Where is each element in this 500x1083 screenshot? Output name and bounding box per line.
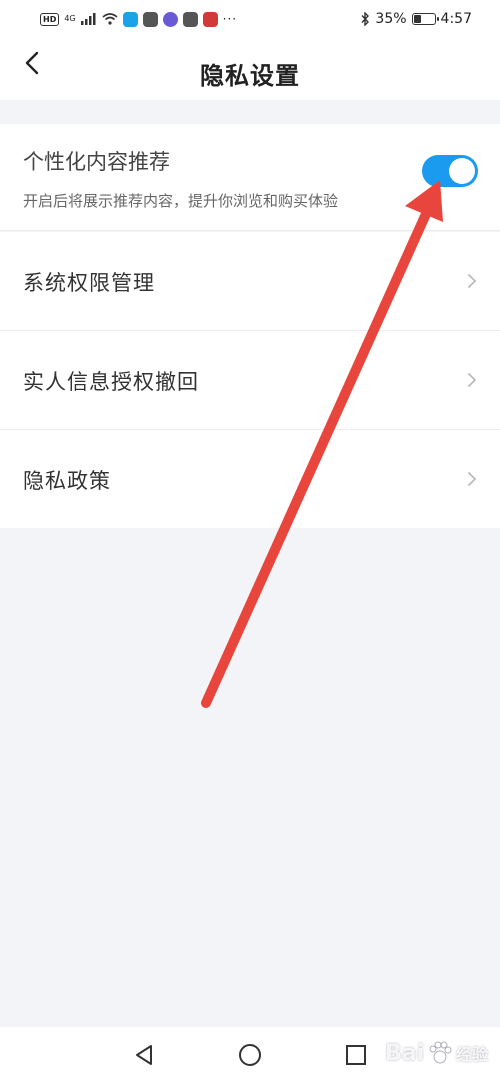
chevron-right-icon bbox=[468, 472, 477, 486]
page-header: 隐私设置 bbox=[0, 38, 500, 100]
chevron-right-icon bbox=[468, 373, 477, 387]
battery-icon bbox=[411, 13, 439, 25]
menu-item-label: 系统权限管理 bbox=[23, 271, 155, 295]
menu-item-privacy-policy[interactable]: 隐私政策 bbox=[0, 430, 500, 528]
recommendation-label: 个性化内容推荐 bbox=[23, 150, 170, 174]
more-notifications: ··· bbox=[222, 12, 238, 26]
nav-back-button[interactable] bbox=[130, 1041, 158, 1069]
watermark-text: Bai bbox=[385, 1040, 425, 1066]
search-app-icon bbox=[122, 11, 138, 27]
nav-home-button[interactable] bbox=[236, 1041, 264, 1069]
signal-icon bbox=[80, 13, 96, 25]
mail-app-icon bbox=[142, 11, 158, 27]
app-icon bbox=[182, 11, 198, 27]
network-label: 4G bbox=[64, 14, 76, 23]
toggle-knob bbox=[449, 158, 475, 184]
clock: 4:57 bbox=[440, 11, 472, 27]
recommendation-description: 开启后将展示推荐内容，提升你浏览和购买体验 bbox=[23, 192, 339, 210]
hd-icon: HD bbox=[40, 12, 60, 26]
status-icons-right: 35% 4:57 bbox=[360, 11, 472, 27]
divider bbox=[0, 230, 500, 231]
reader-app-icon bbox=[202, 11, 218, 27]
music-app-icon bbox=[162, 11, 178, 27]
status-icons-left: HD 4G ··· bbox=[40, 11, 238, 27]
page-title: 隐私设置 bbox=[200, 62, 300, 90]
baidu-watermark: Bai 经验 bbox=[385, 1030, 495, 1076]
nav-recents-button[interactable] bbox=[342, 1041, 370, 1069]
watermark-sub: 经验 bbox=[456, 1045, 489, 1064]
paw-icon bbox=[429, 1041, 452, 1064]
wifi-icon bbox=[102, 13, 118, 25]
menu-item-system-permissions[interactable]: 系统权限管理 bbox=[0, 232, 500, 330]
status-bar: HD 4G ··· 35% 4:57 bbox=[0, 0, 500, 38]
menu-item-identity-revoke[interactable]: 实人信息授权撤回 bbox=[0, 331, 500, 429]
chevron-right-icon bbox=[468, 274, 477, 288]
menu-item-label: 隐私政策 bbox=[23, 469, 111, 493]
recommendation-toggle[interactable] bbox=[422, 155, 478, 187]
battery-percent: 35% bbox=[375, 11, 407, 27]
bluetooth-icon bbox=[361, 12, 370, 26]
menu-item-label: 实人信息授权撤回 bbox=[23, 370, 199, 394]
